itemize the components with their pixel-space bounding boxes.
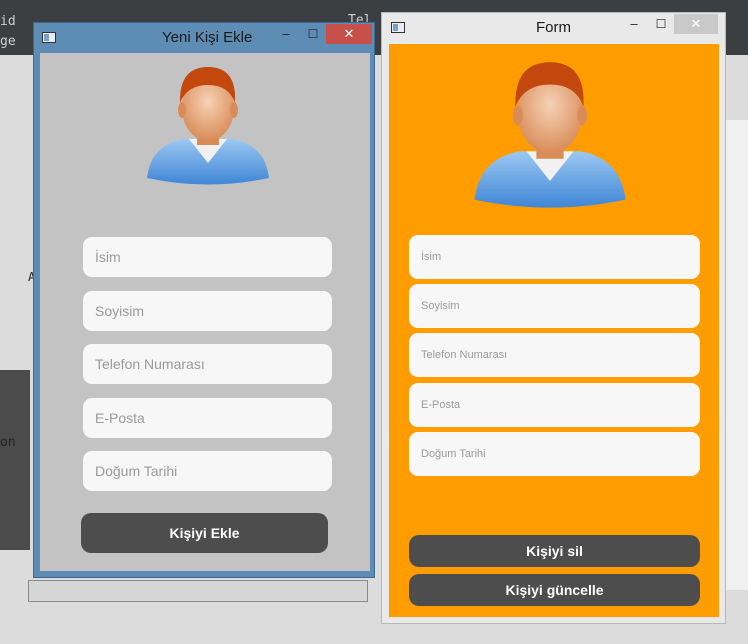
surname-field[interactable]: Soyisim <box>409 284 700 328</box>
form-window: Form – ☐ ✕ İsim Soyisim Telefon Numarası… <box>381 12 726 624</box>
birthdate-field-placeholder: Doğum Tarihi <box>95 463 178 479</box>
phone-field-placeholder: Telefon Numarası <box>421 349 508 361</box>
window-app-icon <box>42 32 56 43</box>
form-client-area: İsim Soyisim Telefon Numarası E-Posta Do… <box>389 44 719 617</box>
phone-field[interactable]: Telefon Numarası <box>83 344 332 384</box>
name-field[interactable]: İsim <box>409 235 700 279</box>
maximize-button[interactable]: ☐ <box>304 24 322 44</box>
add-contact-button[interactable]: Kişiyi Ekle <box>81 513 328 553</box>
surname-field-placeholder: Soyisim <box>421 300 460 312</box>
email-field-placeholder: E-Posta <box>421 399 461 411</box>
minimize-button[interactable]: – <box>625 14 643 34</box>
background-text-fragment: id <box>0 14 16 29</box>
birthdate-field[interactable]: Doğum Tarihi <box>409 432 700 476</box>
form-titlebar[interactable]: Form – ☐ ✕ <box>382 13 725 43</box>
email-field[interactable]: E-Posta <box>83 398 332 438</box>
background-text-fragment: ge <box>0 34 16 49</box>
user-avatar-icon <box>147 67 269 185</box>
phone-field[interactable]: Telefon Numarası <box>409 333 700 377</box>
surname-field-placeholder: Soyisim <box>95 303 145 319</box>
minimize-button[interactable]: – <box>277 24 295 44</box>
background-left-dark <box>0 370 30 550</box>
delete-contact-button[interactable]: Kişiyi sil <box>409 535 700 567</box>
update-contact-button[interactable]: Kişiyi güncelle <box>409 574 700 606</box>
name-field-placeholder: İsim <box>421 251 442 263</box>
phone-field-placeholder: Telefon Numarası <box>95 356 205 372</box>
birthdate-field[interactable]: Doğum Tarihi <box>83 451 332 491</box>
window-title: Form <box>536 19 571 36</box>
email-field-placeholder: E-Posta <box>95 410 145 426</box>
surname-field[interactable]: Soyisim <box>83 291 332 331</box>
background-text-fragment: on <box>0 435 16 450</box>
add-contact-titlebar[interactable]: Yeni Kişi Ekle – ☐ ✕ <box>34 23 374 53</box>
name-field[interactable]: İsim <box>83 237 332 277</box>
email-field[interactable]: E-Posta <box>409 383 700 427</box>
window-title: Yeni Kişi Ekle <box>162 29 253 46</box>
background-behind-window <box>28 580 368 602</box>
add-contact-window: Yeni Kişi Ekle – ☐ ✕ İsim Soyisim Telefo… <box>33 22 375 578</box>
name-field-placeholder: İsim <box>95 249 121 265</box>
add-contact-client-area: İsim Soyisim Telefon Numarası E-Posta Do… <box>40 53 370 571</box>
close-button[interactable]: ✕ <box>674 14 718 34</box>
birthdate-field-placeholder: Doğum Tarihi <box>421 448 486 460</box>
window-app-icon <box>391 22 405 33</box>
close-button[interactable]: ✕ <box>326 24 372 44</box>
user-avatar-icon <box>474 62 626 208</box>
maximize-button[interactable]: ☐ <box>652 14 670 34</box>
